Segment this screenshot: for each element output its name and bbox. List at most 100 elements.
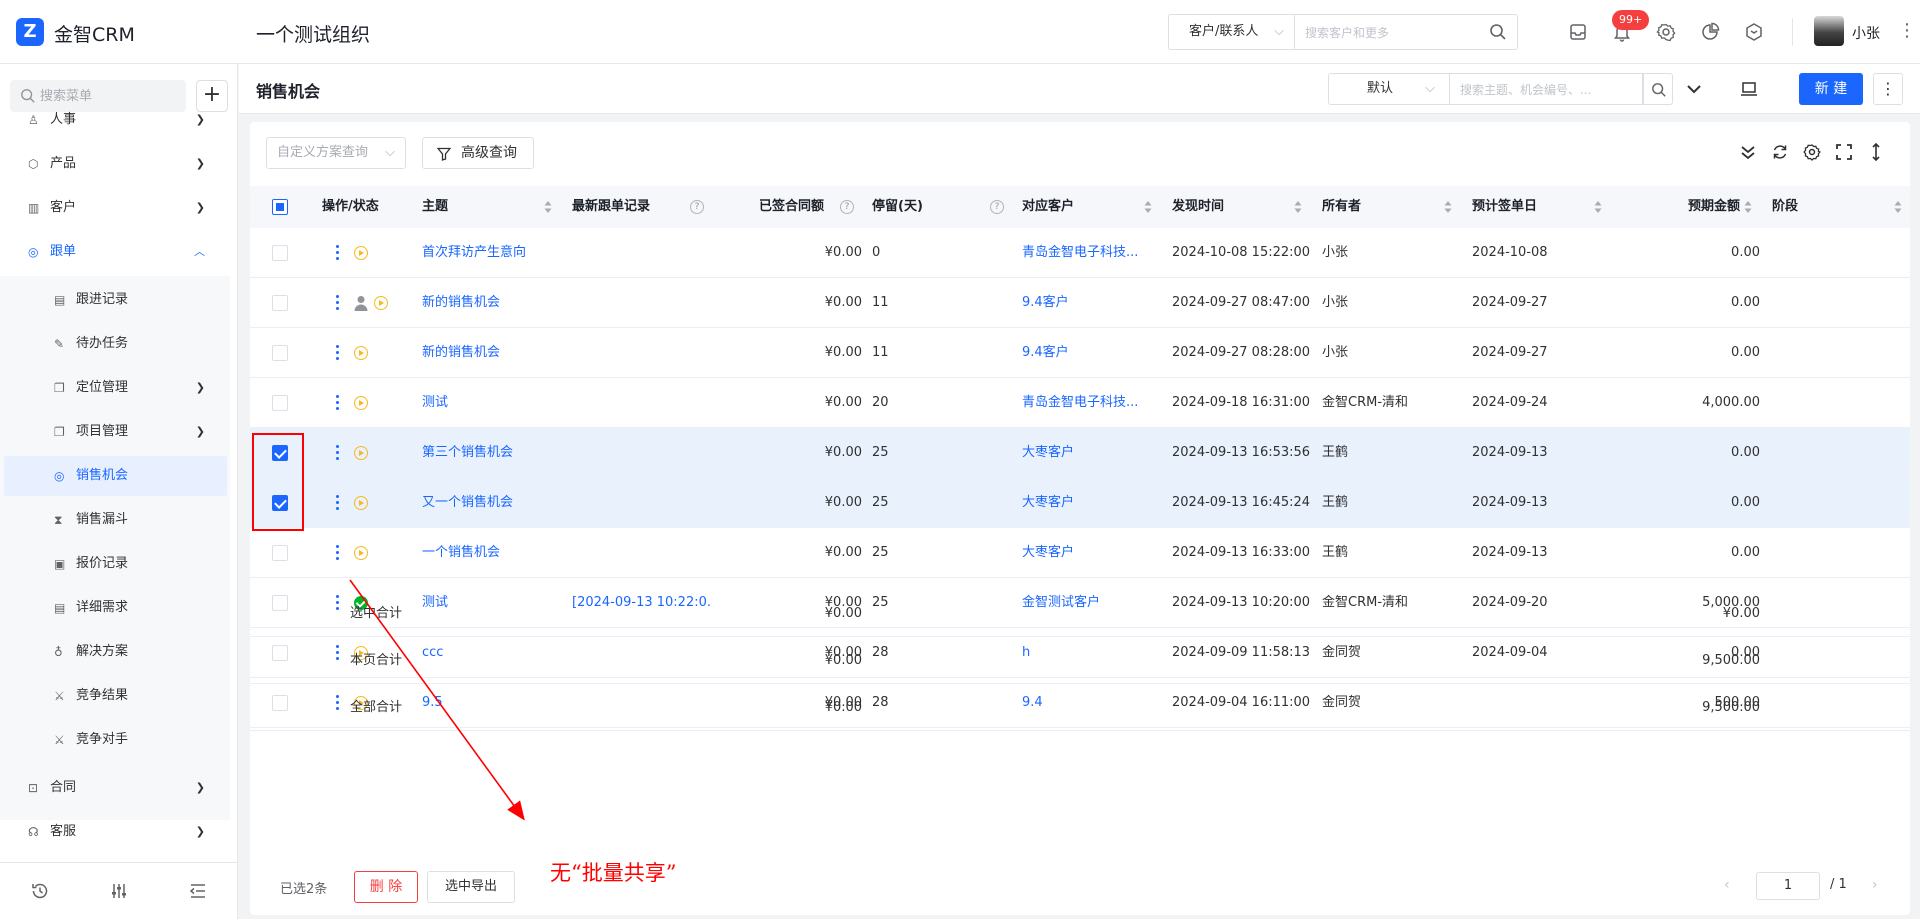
chevron-down-icon[interactable]: [1685, 80, 1703, 98]
row-checkbox[interactable]: [272, 545, 288, 561]
column-header-sign-date[interactable]: 预计签单日: [1472, 186, 1537, 228]
gear-icon[interactable]: [1802, 142, 1822, 162]
cell-subject[interactable]: 第三个销售机会: [422, 428, 562, 478]
cell-subject[interactable]: 又一个销售机会: [422, 478, 562, 528]
cell-customer[interactable]: 青岛金智电子科技...: [1022, 228, 1162, 278]
sliders-icon[interactable]: [109, 881, 129, 901]
cell-latest-record[interactable]: [572, 278, 712, 328]
global-search[interactable]: [1294, 14, 1518, 50]
row-checkbox[interactable]: [272, 295, 288, 311]
new-button[interactable]: 新 建: [1799, 73, 1863, 105]
cell-customer[interactable]: 9.4客户: [1022, 328, 1162, 378]
cell-latest-record[interactable]: [572, 228, 712, 278]
sidebar-item-followup-records[interactable]: ▤ 跟进记录: [4, 280, 227, 320]
table-row[interactable]: 新的销售机会 ¥0.00 11 9.4客户 2024-09-27 08:28:00 小张 2…: [250, 328, 1910, 378]
sidebar-item-followup[interactable]: ◎ 跟单 ︿: [4, 232, 227, 272]
gear-icon[interactable]: [1656, 22, 1676, 42]
history-icon[interactable]: [30, 881, 50, 901]
user-name[interactable]: 小张: [1852, 23, 1880, 43]
help-icon[interactable]: ?: [690, 200, 704, 214]
search-type-select[interactable]: 客户/联系人 ⌵: [1168, 14, 1294, 50]
cell-subject[interactable]: 一个销售机会: [422, 528, 562, 578]
cell-latest-record[interactable]: [572, 478, 712, 528]
row-actions-icon[interactable]: [336, 545, 340, 561]
column-header-stage[interactable]: 阶段: [1772, 186, 1798, 228]
sort-icon[interactable]: [1894, 201, 1902, 213]
row-actions-icon[interactable]: [336, 445, 340, 461]
cell-latest-record[interactable]: [572, 328, 712, 378]
sidebar-item-competitor[interactable]: ⚔ 竞争对手: [4, 720, 227, 760]
main-search-button[interactable]: [1643, 73, 1673, 105]
cell-subject[interactable]: 首次拜访产生意向: [422, 228, 562, 278]
app-logo[interactable]: Z: [16, 18, 44, 46]
sidebar-item-service[interactable]: ☊ 客服 ❯: [4, 812, 227, 852]
cell-subject[interactable]: 新的销售机会: [422, 328, 562, 378]
row-actions-icon[interactable]: [336, 495, 340, 511]
search-icon[interactable]: [1489, 23, 1507, 41]
global-search-input[interactable]: [1305, 22, 1475, 44]
advanced-query-button[interactable]: 高级查询: [422, 137, 534, 169]
cell-latest-record[interactable]: [572, 428, 712, 478]
sidebar-item-contract[interactable]: ⊡ 合同 ❯: [4, 768, 227, 808]
column-header-expected-amount[interactable]: 预期金额: [1622, 186, 1740, 228]
sidebar-item-opportunity[interactable]: ◎ 销售机会: [4, 456, 227, 496]
app-name[interactable]: 金智CRM: [54, 20, 135, 47]
cell-customer[interactable]: 大枣客户: [1022, 478, 1162, 528]
sidebar-item-product[interactable]: ⬡ 产品 ❯: [4, 144, 227, 184]
sidebar-item-location[interactable]: ❐ 定位管理 ❯: [4, 368, 227, 408]
prev-page-icon[interactable]: ‹: [1724, 877, 1730, 893]
page-input[interactable]: 1: [1756, 872, 1820, 900]
more-vertical-icon[interactable]: ⋮: [1898, 20, 1916, 41]
row-checkbox[interactable]: [272, 245, 288, 261]
table-row[interactable]: 新的销售机会 ¥0.00 11 9.4客户 2024-09-27 08:47:00 小张 2…: [250, 278, 1910, 328]
column-header-owner[interactable]: 所有者: [1322, 186, 1361, 228]
delete-button[interactable]: 删 除: [354, 871, 418, 903]
sidebar-item-todo[interactable]: ✎ 待办任务: [4, 324, 227, 364]
help-icon[interactable]: ?: [990, 200, 1004, 214]
main-search[interactable]: [1449, 73, 1643, 105]
sidebar-item-hr[interactable]: ♙ 人事 ❯: [4, 100, 227, 140]
sort-icon[interactable]: [544, 201, 552, 213]
cell-subject[interactable]: 新的销售机会: [422, 278, 562, 328]
main-search-input[interactable]: [1460, 80, 1635, 100]
avatar[interactable]: [1814, 16, 1844, 46]
monitor-icon[interactable]: [1739, 79, 1759, 99]
sidebar-item-requirements[interactable]: ▤ 详细需求: [4, 588, 227, 628]
row-actions-icon[interactable]: [336, 345, 340, 361]
collapse-all-icon[interactable]: [1738, 142, 1758, 162]
row-actions-icon[interactable]: [336, 395, 340, 411]
sidebar-item-funnel[interactable]: ⧗ 销售漏斗: [4, 500, 227, 540]
cell-customer[interactable]: 9.4客户: [1022, 278, 1162, 328]
refresh-icon[interactable]: [1770, 142, 1790, 162]
cell-customer[interactable]: 大枣客户: [1022, 428, 1162, 478]
row-actions-icon[interactable]: [336, 245, 340, 261]
cell-latest-record[interactable]: [572, 528, 712, 578]
row-checkbox[interactable]: [272, 345, 288, 361]
table-row[interactable]: 测试 ¥0.00 20 青岛金智电子科技... 2024-09-18 16:31:00 金…: [250, 378, 1910, 428]
sort-icon[interactable]: [1294, 201, 1302, 213]
pie-chart-icon[interactable]: [1700, 22, 1720, 42]
sort-icon[interactable]: [1744, 201, 1752, 213]
cell-customer[interactable]: 大枣客户: [1022, 528, 1162, 578]
sidebar-item-competition-result[interactable]: ⚔ 竞争结果: [4, 676, 227, 716]
cell-latest-record[interactable]: [572, 378, 712, 428]
select-all-checkbox[interactable]: [272, 199, 288, 215]
sort-icon[interactable]: [1594, 201, 1602, 213]
cell-subject[interactable]: 测试: [422, 378, 562, 428]
collapse-menu-icon[interactable]: [188, 881, 208, 901]
view-select[interactable]: 默认 ⌵: [1328, 73, 1449, 105]
table-row[interactable]: 又一个销售机会 ¥0.00 25 大枣客户 2024-09-13 16:45:24 王鹤 2…: [250, 478, 1910, 528]
cube-icon[interactable]: [1744, 22, 1764, 42]
inbox-icon[interactable]: [1568, 22, 1588, 42]
export-selected-button[interactable]: 选中导出: [427, 871, 515, 903]
column-header-subject[interactable]: 主题: [422, 186, 448, 228]
more-vertical-icon[interactable]: ⋮: [1873, 73, 1903, 105]
table-row[interactable]: 一个销售机会 ¥0.00 25 大枣客户 2024-09-13 16:33:00 王鹤 20…: [250, 528, 1910, 578]
column-header-found-time[interactable]: 发现时间: [1172, 186, 1224, 228]
sidebar-item-quote[interactable]: ▣ 报价记录: [4, 544, 227, 584]
row-checkbox[interactable]: [272, 395, 288, 411]
scheme-select[interactable]: 自定义方案查询 ⌵: [266, 137, 406, 169]
cell-customer[interactable]: 青岛金智电子科技...: [1022, 378, 1162, 428]
sidebar-item-project[interactable]: ❐ 项目管理 ❯: [4, 412, 227, 452]
help-icon[interactable]: ?: [840, 200, 854, 214]
